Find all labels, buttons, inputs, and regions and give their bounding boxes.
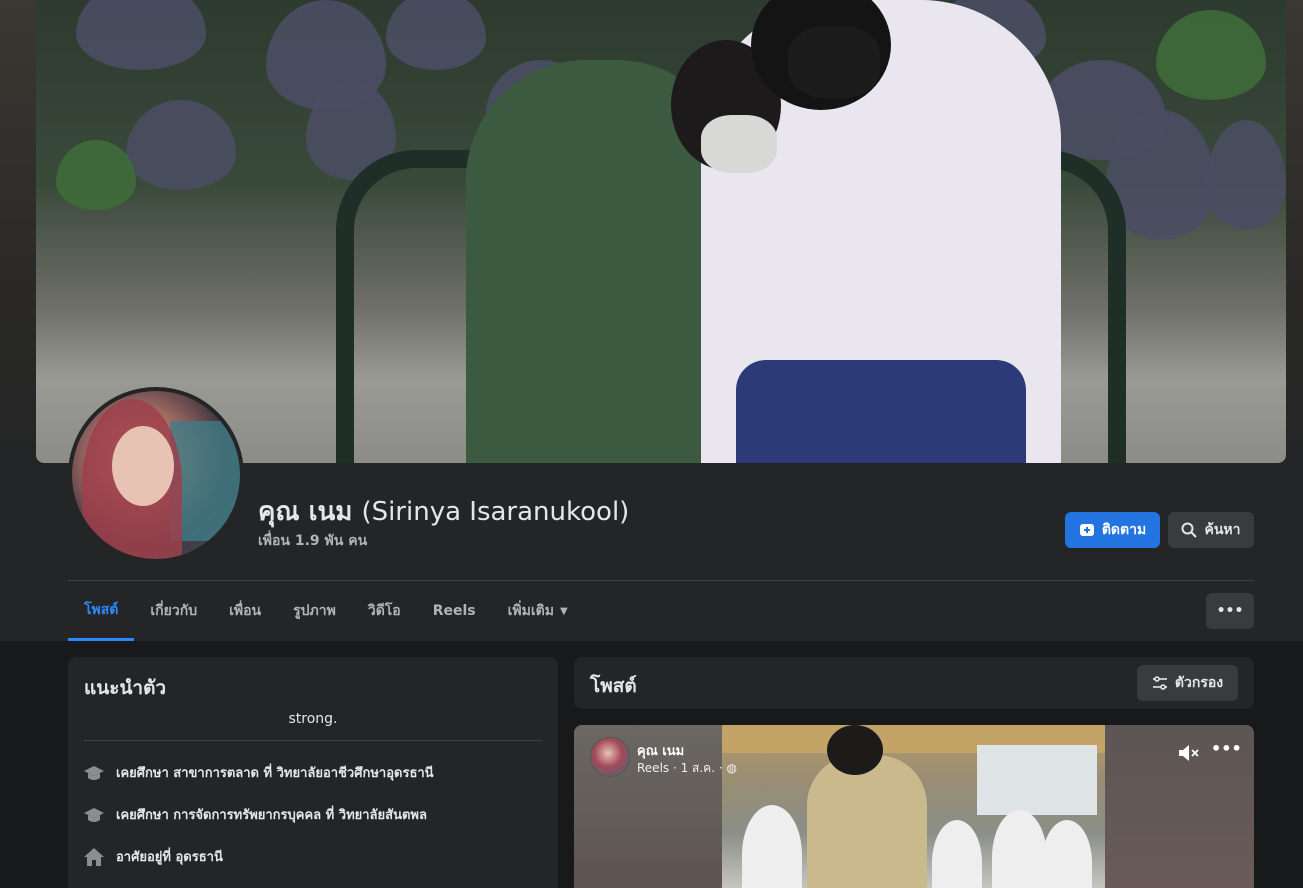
intro-item-text: อาศัยอยู่ที่ อุดรธานี xyxy=(116,850,223,865)
video-scene-person xyxy=(932,820,982,888)
leaf-decoration xyxy=(56,140,136,210)
video-scene-head xyxy=(827,725,883,775)
intro-item-text: เคยศึกษา สาขาการตลาด ที่ วิทยาลัยอาชีวศึ… xyxy=(116,766,434,781)
caret-down-icon: ▼ xyxy=(559,605,568,617)
leaf-decoration xyxy=(76,0,206,70)
video-scene-person xyxy=(742,805,802,888)
avatar-face xyxy=(112,426,174,506)
intro-title: แนะนำตัว xyxy=(84,677,167,699)
search-icon xyxy=(1181,522,1198,538)
video-scene-person xyxy=(1042,820,1092,888)
intro-location-item: อาศัยอยู่ที่ อุดรธานี xyxy=(84,846,223,867)
friends-count[interactable]: เพื่อน 1.9 พัน คน xyxy=(258,530,367,552)
tab-photos[interactable]: รูปภาพ xyxy=(277,581,352,641)
tab-label: รูปภาพ xyxy=(293,603,336,619)
leaf-decoration xyxy=(386,0,486,70)
tab-videos[interactable]: วิดีโอ xyxy=(352,581,417,641)
tab-more[interactable]: เพิ่มเติม ▼ xyxy=(492,581,584,641)
home-icon xyxy=(84,847,104,867)
video-scene-person xyxy=(807,755,927,888)
posts-title: โพสต์ xyxy=(590,675,637,697)
profile-display-name: คุณ เนม xyxy=(258,497,353,527)
person-left-mask xyxy=(701,115,777,173)
more-options-icon: ••• xyxy=(1216,603,1244,619)
leaf-decoration xyxy=(1206,120,1286,230)
tab-friends[interactable]: เพื่อน xyxy=(213,581,277,641)
globe-icon: ◍ xyxy=(726,761,737,775)
tab-label: Reels xyxy=(432,603,476,619)
cover-photo[interactable] xyxy=(36,0,1286,463)
tab-label: โพสต์ xyxy=(84,601,119,618)
tab-label: วิดีโอ xyxy=(367,603,401,619)
leaf-decoration xyxy=(1156,10,1266,100)
tab-label: เกี่ยวกับ xyxy=(150,603,198,619)
profile-name: คุณ เนม (Sirinya Isaranukool) xyxy=(258,491,629,532)
intro-divider xyxy=(84,740,542,741)
more-options-button[interactable]: ••• xyxy=(1206,593,1254,629)
profile-alternate-name: (Sirinya Isaranukool) xyxy=(361,497,630,527)
follow-button-label: ติดตาม xyxy=(1101,522,1147,538)
follow-button[interactable]: ติดตาม xyxy=(1065,512,1160,548)
person-right-skirt xyxy=(736,360,1026,463)
intro-education-item: เคยศึกษา การจัดการทรัพยากรบุคคล ที่ วิทย… xyxy=(84,804,427,825)
follow-icon xyxy=(1079,524,1094,536)
intro-education-item: เคยศึกษา สาขาการตลาด ที่ วิทยาลัยอาชีวศึ… xyxy=(84,762,434,783)
person-right-mask xyxy=(788,26,880,98)
tab-about[interactable]: เกี่ยวกับ xyxy=(134,581,213,641)
graduation-cap-icon xyxy=(84,805,104,825)
filter-button-label: ตัวกรอง xyxy=(1174,675,1224,691)
search-button[interactable]: ค้นหา xyxy=(1168,512,1254,548)
posts-header: โพสต์ ตัวกรอง xyxy=(574,657,1254,709)
leaf-decoration xyxy=(126,100,236,190)
reel-author-name[interactable]: คุณ เนม xyxy=(637,740,684,761)
intro-card: แนะนำตัว strong. เคยศึกษา สาขาการตลาด ที… xyxy=(68,657,558,888)
profile-avatar[interactable] xyxy=(68,387,244,563)
search-button-label: ค้นหา xyxy=(1204,522,1241,538)
intro-bio: strong. xyxy=(288,711,338,727)
tab-label: เพิ่มเติม xyxy=(507,603,554,619)
tab-posts[interactable]: โพสต์ xyxy=(68,581,135,641)
reel-meta: Reels · 1 ส.ค. · ◍ xyxy=(637,759,737,778)
profile-tabs: โพสต์ เกี่ยวกับ เพื่อน รูปภาพ วิดีโอ Ree… xyxy=(68,581,584,641)
filter-button[interactable]: ตัวกรอง xyxy=(1137,665,1238,701)
post-options-icon[interactable]: ••• xyxy=(1211,739,1242,758)
tab-reels[interactable]: Reels xyxy=(417,581,492,641)
reel-post[interactable]: คุณ เนม Reels · 1 ส.ค. · ◍ ••• xyxy=(574,725,1254,888)
filter-icon xyxy=(1152,676,1167,690)
mute-icon[interactable] xyxy=(1178,743,1200,767)
reel-author-avatar[interactable] xyxy=(590,737,630,777)
reel-meta-text: Reels · 1 ส.ค. · xyxy=(637,761,723,775)
video-scene-board xyxy=(977,745,1097,815)
graduation-cap-icon xyxy=(84,763,104,783)
intro-item-text: เคยศึกษา การจัดการทรัพยากรบุคคล ที่ วิทย… xyxy=(116,808,427,823)
tab-label: เพื่อน xyxy=(229,603,262,619)
reel-video[interactable] xyxy=(722,725,1105,888)
video-scene-person xyxy=(992,810,1047,888)
